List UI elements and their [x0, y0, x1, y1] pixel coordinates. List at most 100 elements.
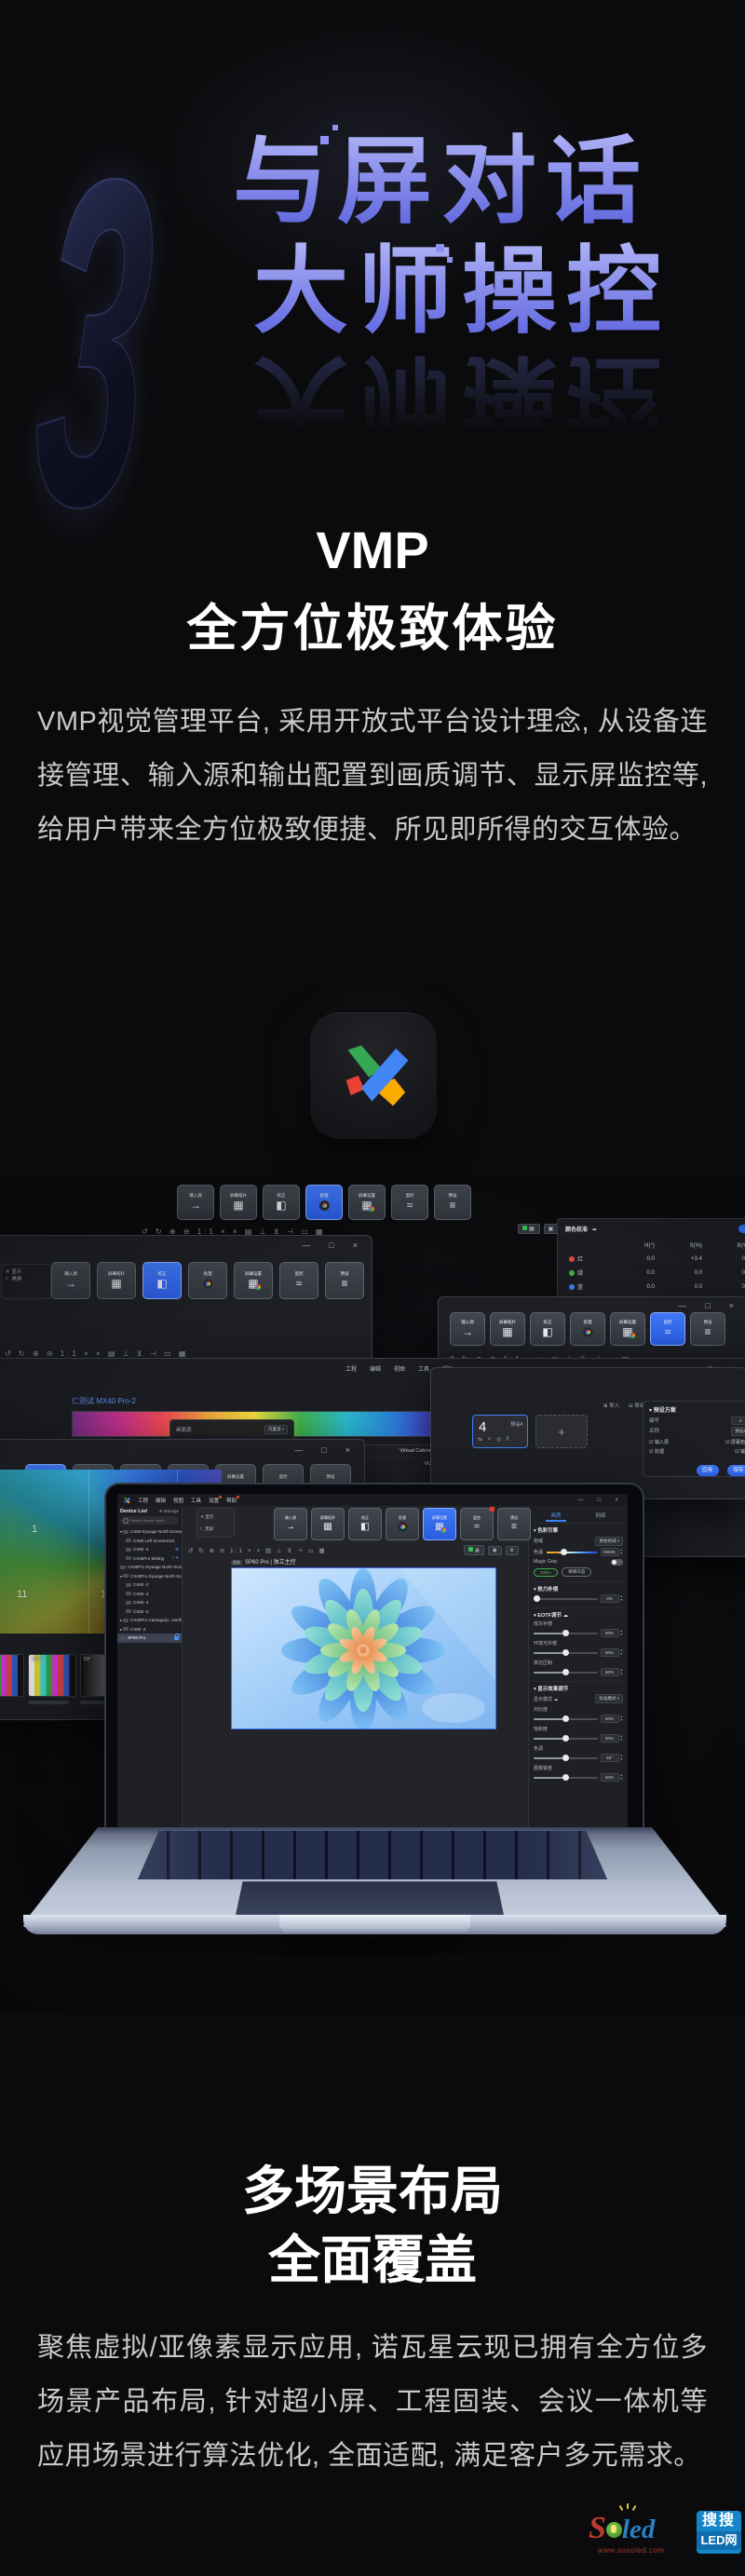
window-controls[interactable]: — □ ×: [678, 1301, 738, 1310]
toolbar-button-screen-settings[interactable]: 屏幕设置▦: [423, 1508, 456, 1540]
device-tree-item[interactable]: CX80 -4: [117, 1598, 182, 1607]
magic-gray-toggle[interactable]: [611, 1559, 623, 1566]
add-preset-card[interactable]: +: [535, 1415, 588, 1448]
bit-depth-pill[interactable]: 22bit+: [534, 1568, 558, 1577]
spinner-icon[interactable]: ▲▼: [620, 1595, 623, 1602]
source-dropdown[interactable]: 内置源: [264, 1425, 288, 1434]
toolbar-button-presets[interactable]: 预设≡: [434, 1185, 471, 1220]
preset-number-field[interactable]: 4: [731, 1417, 745, 1425]
view-toggle-strip[interactable]: ▦▣⚙: [464, 1545, 522, 1555]
table-row[interactable]: 蓝 0.00.00.0: [565, 1280, 745, 1294]
checkbox-input-source[interactable]: ☑ 输入源: [649, 1438, 669, 1447]
toolbar-button-calibration[interactable]: 校正◧: [263, 1185, 300, 1220]
manage-button[interactable]: ✛ Manage: [159, 1509, 179, 1514]
gamut-dropdown[interactable]: 原始色域: [595, 1537, 623, 1546]
toolbar-button-calibration[interactable]: 校正◧: [348, 1508, 382, 1540]
toolbar-button-topology[interactable]: 屏幕拓扑▦: [490, 1312, 525, 1346]
menu-item[interactable]: 工具: [418, 1364, 429, 1373]
toolbar-button-processing[interactable]: 处理: [570, 1312, 605, 1346]
device-tree-item[interactable]: CX80 -5: [117, 1607, 182, 1617]
low-gray-slider[interactable]: [534, 1633, 598, 1634]
device-tree-item[interactable]: CX40Pro Kiyuage North Screen: [117, 1563, 182, 1572]
device-tree-group[interactable]: ▸CX80 -4: [117, 1625, 182, 1634]
ambient-light-slider[interactable]: [534, 1652, 598, 1654]
menu-item[interactable]: 视图: [394, 1364, 405, 1373]
calibration-toggle[interactable]: [738, 1225, 745, 1233]
menu-item[interactable]: 编辑: [370, 1364, 381, 1373]
device-tree-item[interactable]: CX80 -2: [117, 1590, 182, 1599]
menu-item-settings[interactable]: 设置: [209, 1497, 219, 1504]
toolbar-button-screen-settings[interactable]: 屏幕设置▦: [234, 1262, 273, 1299]
menu-item-project[interactable]: 工程: [138, 1497, 148, 1504]
import-button[interactable]: ⊞ 导入: [603, 1402, 619, 1409]
toolbar-button-topology[interactable]: 屏幕拓扑▦: [97, 1262, 136, 1299]
test-pattern-thumbnail-cm3[interactable]: CM 3: [28, 1654, 76, 1697]
sharpness-slider[interactable]: [534, 1777, 598, 1779]
display-toggle-box[interactable]: ☀ 显示 ☾ 黑屏: [196, 1508, 235, 1538]
toolbar-button-screen-settings[interactable]: 屏幕设置▦: [348, 1185, 386, 1220]
toolbar-button-processing[interactable]: 处理: [188, 1262, 227, 1299]
device-tree-item[interactable]: CX40Pro Meting× ❄: [117, 1554, 182, 1564]
window-controls[interactable]: — □ ×: [294, 1445, 355, 1455]
display-toggle-box[interactable]: ☀ 显示 ☾ 黑屏: [1, 1264, 51, 1299]
thermal-slider[interactable]: [534, 1598, 598, 1600]
zoom-icon-strip[interactable]: ↺ ↻ ⊕ ⊖ 1:1 × × ▤ ⊥ ⊻ ⊣ ▭ ▦: [188, 1547, 327, 1554]
preset-card-selected[interactable]: 4 预设4 ⇆ × ◎ F: [472, 1415, 528, 1448]
device-tree-item[interactable]: CX80 -2: [117, 1580, 182, 1590]
device-tree-item-selected[interactable]: SP60 Pro: [117, 1634, 182, 1643]
highlight-slider[interactable]: [534, 1672, 598, 1674]
window-controls[interactable]: — □ ×: [577, 1498, 622, 1503]
screen-canvas[interactable]: [231, 1567, 496, 1729]
toolbar-button-input-source[interactable]: 输入源→: [51, 1262, 90, 1299]
device-tree-group[interactable]: ▾CX80 Kiyuage North Screen: [117, 1527, 182, 1537]
fine-gray-pill[interactable]: 精细灰度: [562, 1567, 591, 1577]
save-button[interactable]: 保存: [727, 1465, 745, 1476]
toolbar-button-topology[interactable]: 屏幕拓扑▦: [220, 1185, 257, 1220]
toolbar-button-processing[interactable]: 处理: [305, 1185, 343, 1220]
toolbar-button-input-source[interactable]: 输入源→: [177, 1185, 214, 1220]
checkbox-output[interactable]: ☑ 输出: [735, 1447, 745, 1457]
menu-item-view[interactable]: 视图: [173, 1497, 183, 1504]
spinner-icon[interactable]: ▲▼: [620, 1549, 623, 1555]
toolbar-button-calibration[interactable]: 校正◧: [142, 1262, 182, 1299]
color-temperature-slider[interactable]: [547, 1552, 598, 1553]
menu-item-tools[interactable]: 工具: [191, 1497, 201, 1504]
toolbar-button-input-source[interactable]: 输入源→: [274, 1508, 307, 1540]
toolbar-button-presets[interactable]: 预设≡: [690, 1312, 725, 1346]
device-search-input[interactable]: Search device name...: [120, 1516, 179, 1525]
tab-image-quality[interactable]: 画质: [534, 1512, 578, 1519]
toolbar-button-processing[interactable]: 处理: [386, 1508, 419, 1540]
menu-item-edit[interactable]: 编辑: [156, 1497, 166, 1504]
device-tree-group[interactable]: ▸CX40Pro Cantoguiyi...North: [117, 1616, 182, 1625]
toolbar-button-topology[interactable]: 屏幕拓扑▦: [311, 1508, 345, 1540]
menu-item[interactable]: 工程: [345, 1364, 357, 1373]
apply-button[interactable]: 应用: [697, 1465, 719, 1476]
device-tree-item[interactable]: CX80 Left ScreenXXX: [117, 1537, 182, 1546]
device-tree-item[interactable]: CX80 -2⚙: [117, 1545, 182, 1554]
hue-slider[interactable]: [534, 1757, 598, 1759]
zoom-icon-strip[interactable]: ↺ ↻ ⊕ ⊖ 1:1 × × ▤ ⊥ ⊻ ⊣ ▭ ▦: [5, 1349, 188, 1358]
toolbar-button-monitoring[interactable]: 监控≈: [279, 1262, 318, 1299]
table-row[interactable]: 绿 0.00.00.0: [565, 1266, 745, 1280]
toolbar-button-monitoring[interactable]: 监控≈: [460, 1508, 494, 1540]
checkbox-topology[interactable]: ☑ 屏幕拓扑: [725, 1438, 745, 1447]
toolbar-button-input-source[interactable]: 输入源→: [450, 1312, 485, 1346]
preset-name-field[interactable]: 预设4: [731, 1427, 745, 1436]
toolbar-button-presets[interactable]: 预设≡: [325, 1262, 364, 1299]
window-controls[interactable]: — □ ×: [302, 1241, 362, 1250]
table-row[interactable]: 红 0.0+3.40.0: [565, 1252, 745, 1266]
toolbar-button-calibration[interactable]: 校正◧: [530, 1312, 565, 1346]
toolbar-button-presets[interactable]: 预设≡: [497, 1508, 531, 1540]
screen-title[interactable]: 仁测试 MX40 Pro-2: [72, 1396, 136, 1406]
device-tree-group[interactable]: ▾CX40Pro Kiyuage North Screen: [117, 1572, 182, 1581]
contrast-slider[interactable]: [534, 1718, 598, 1720]
menu-item-help[interactable]: 帮助: [226, 1497, 237, 1504]
toolbar-button-monitoring[interactable]: 监控≈: [650, 1312, 685, 1346]
toolbar-button-monitoring[interactable]: 监控≈: [391, 1185, 428, 1220]
saturation-slider[interactable]: [534, 1738, 598, 1740]
checkbox-processing[interactable]: ☑ 处理: [649, 1447, 664, 1457]
display-mode-dropdown[interactable]: 标准模式: [595, 1694, 623, 1703]
test-pattern-thumbnail[interactable]: [0, 1654, 24, 1697]
tab-network[interactable]: 网络: [578, 1512, 623, 1519]
toolbar-button-screen-settings[interactable]: 屏幕设置▦: [610, 1312, 645, 1346]
